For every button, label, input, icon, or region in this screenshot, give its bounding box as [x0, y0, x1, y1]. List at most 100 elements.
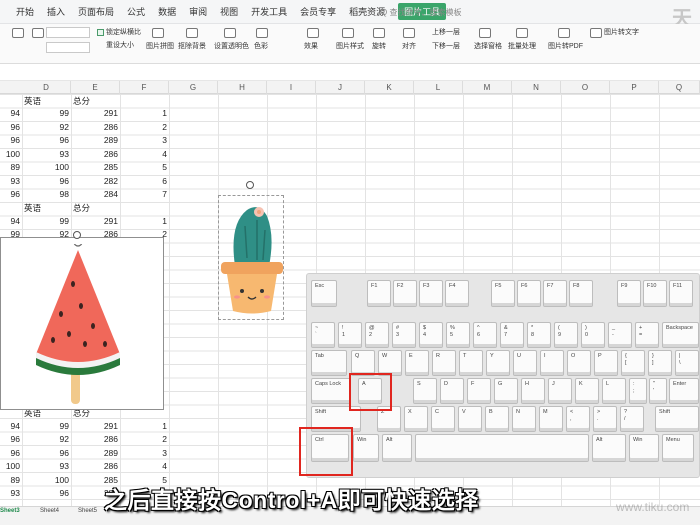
- width-input[interactable]: [46, 42, 90, 53]
- table-cell[interactable]: 98: [22, 189, 69, 199]
- menu-tab-review[interactable]: 审阅: [189, 5, 207, 18]
- table-cell[interactable]: 7: [120, 189, 167, 199]
- sheet-tab-4[interactable]: Sheet4: [40, 508, 59, 514]
- table-cell[interactable]: 285: [71, 162, 118, 172]
- column-header-d[interactable]: D: [22, 81, 71, 95]
- effects-button[interactable]: 效果: [304, 42, 318, 51]
- table-cell[interactable]: 286: [71, 149, 118, 159]
- column-header-i[interactable]: I: [267, 81, 316, 95]
- table-cell[interactable]: 6: [120, 176, 167, 186]
- column-header-p[interactable]: P: [610, 81, 659, 95]
- table-cell[interactable]: 2: [120, 434, 167, 444]
- menu-tab-page-layout[interactable]: 页面布局: [78, 5, 114, 18]
- selection-pane-button[interactable]: 选择窗格: [474, 42, 502, 51]
- table-cell[interactable]: 291: [71, 108, 118, 118]
- table-cell[interactable]: 1: [120, 108, 167, 118]
- table-cell[interactable]: 96: [22, 488, 69, 498]
- crop-icon[interactable]: [12, 28, 24, 38]
- table-cell[interactable]: 100: [22, 475, 69, 485]
- table-cell[interactable]: 94: [0, 108, 20, 118]
- table-cell[interactable]: 89: [0, 475, 20, 485]
- table-cell[interactable]: 286: [71, 434, 118, 444]
- table-cell[interactable]: 92: [22, 122, 69, 132]
- table-cell[interactable]: 99: [22, 108, 69, 118]
- table-cell[interactable]: 96: [0, 122, 20, 132]
- menu-tab-developer[interactable]: 开发工具: [251, 5, 287, 18]
- watermelon-picture[interactable]: [0, 237, 164, 410]
- table-cell[interactable]: 1: [120, 421, 167, 431]
- header-cell-english[interactable]: 英语: [24, 95, 41, 107]
- table-cell[interactable]: 5: [120, 162, 167, 172]
- table-cell[interactable]: 100: [0, 461, 20, 471]
- height-input[interactable]: [46, 27, 90, 38]
- table-cell[interactable]: 94: [0, 216, 20, 226]
- menu-tab-view[interactable]: 视图: [220, 5, 238, 18]
- table-cell[interactable]: 289: [71, 448, 118, 458]
- table-cell[interactable]: 4: [120, 149, 167, 159]
- table-cell[interactable]: 286: [71, 122, 118, 132]
- table-cell[interactable]: 93: [22, 461, 69, 471]
- menu-tab-resources[interactable]: 稻壳资源: [349, 5, 385, 18]
- column-header-q[interactable]: Q: [659, 81, 700, 95]
- resize-icon[interactable]: [32, 28, 44, 38]
- column-header-n[interactable]: N: [512, 81, 561, 95]
- rotate-handle-icon[interactable]: [73, 231, 81, 239]
- table-cell[interactable]: 1: [120, 216, 167, 226]
- bring-forward-button[interactable]: 上移一层: [432, 28, 460, 37]
- sheet-tab-5[interactable]: Sheet5: [78, 508, 97, 514]
- column-header-e[interactable]: E: [71, 81, 120, 95]
- menu-tab-insert[interactable]: 插入: [47, 5, 65, 18]
- menu-tab-member[interactable]: 会员专享: [300, 5, 336, 18]
- table-cell[interactable]: 100: [0, 149, 20, 159]
- lock-ratio-checkbox[interactable]: [97, 29, 104, 36]
- table-cell[interactable]: 100: [22, 162, 69, 172]
- table-cell[interactable]: 96: [22, 135, 69, 145]
- table-cell[interactable]: 289: [71, 135, 118, 145]
- align-button[interactable]: 对齐: [402, 42, 416, 51]
- table-cell[interactable]: 291: [71, 216, 118, 226]
- table-cell[interactable]: 96: [0, 434, 20, 444]
- send-backward-button[interactable]: 下移一层: [432, 42, 460, 51]
- table-cell[interactable]: 89: [0, 162, 20, 172]
- menu-tab-data[interactable]: 数据: [158, 5, 176, 18]
- table-cell[interactable]: 96: [0, 189, 20, 199]
- cactus-picture[interactable]: [218, 195, 284, 320]
- column-header-g[interactable]: G: [169, 81, 218, 95]
- column-header-h[interactable]: H: [218, 81, 267, 95]
- color-button[interactable]: 色彩: [254, 42, 268, 51]
- header-cell-total[interactable]: 总分: [73, 202, 90, 214]
- picture-style-button[interactable]: 图片样式: [336, 42, 364, 51]
- table-cell[interactable]: 96: [22, 448, 69, 458]
- header-cell-english[interactable]: 英语: [24, 202, 41, 214]
- table-cell[interactable]: 93: [22, 149, 69, 159]
- column-header-m[interactable]: M: [463, 81, 512, 95]
- table-cell[interactable]: 284: [71, 189, 118, 199]
- column-header-l[interactable]: L: [414, 81, 463, 95]
- rotate-handle-icon[interactable]: [246, 181, 254, 189]
- column-header-j[interactable]: J: [316, 81, 365, 95]
- table-cell[interactable]: 94: [0, 421, 20, 431]
- table-cell[interactable]: 3: [120, 135, 167, 145]
- table-cell[interactable]: 2: [120, 122, 167, 132]
- picture-to-text-button[interactable]: 图片转文字: [604, 28, 639, 37]
- remove-background-button[interactable]: 抠除背景: [178, 42, 206, 51]
- table-cell[interactable]: 99: [22, 216, 69, 226]
- table-cell[interactable]: 96: [22, 176, 69, 186]
- table-cell[interactable]: 92: [22, 434, 69, 444]
- batch-process-button[interactable]: 批量处理: [508, 42, 536, 51]
- menu-tab-formulas[interactable]: 公式: [127, 5, 145, 18]
- table-cell[interactable]: 93: [0, 176, 20, 186]
- table-cell[interactable]: 93: [0, 488, 20, 498]
- table-cell[interactable]: 291: [71, 421, 118, 431]
- menu-tab-home[interactable]: 开始: [16, 5, 34, 18]
- table-cell[interactable]: 96: [0, 448, 20, 458]
- rotate-button[interactable]: 旋转: [372, 42, 386, 51]
- sheet-tab-3[interactable]: Sheet3: [0, 508, 20, 514]
- command-search[interactable]: Q 查找命令、搜索模板: [381, 7, 461, 18]
- table-cell[interactable]: 282: [71, 176, 118, 186]
- column-header-k[interactable]: K: [365, 81, 414, 95]
- picture-collage-button[interactable]: 图片拼图: [146, 42, 174, 51]
- table-cell[interactable]: 3: [120, 448, 167, 458]
- table-cell[interactable]: 286: [71, 461, 118, 471]
- picture-to-pdf-button[interactable]: 图片转PDF: [548, 42, 583, 51]
